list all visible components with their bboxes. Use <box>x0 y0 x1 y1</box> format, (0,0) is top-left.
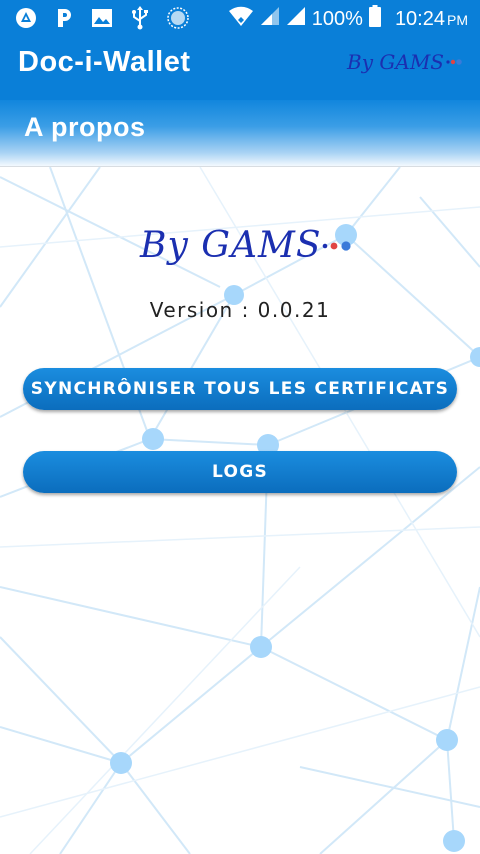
dots-icon <box>322 241 351 251</box>
signal-icon <box>260 6 280 32</box>
section-header: A propos <box>0 100 480 167</box>
clock: 10:24 PM <box>394 7 468 30</box>
page-title: A propos <box>24 112 146 142</box>
image-icon <box>90 6 114 30</box>
battery-icon <box>368 5 381 33</box>
status-system-icons: 100% 10:24 PM <box>228 5 468 33</box>
usb-icon <box>128 6 152 30</box>
version-label: Version : 0.0.21 <box>149 298 331 322</box>
parking-icon <box>52 6 76 30</box>
android-auto-icon <box>14 6 38 30</box>
app-bar: Doc-i-Wallet By GAMS <box>0 36 480 100</box>
signal-icon <box>286 6 306 32</box>
status-bar: 100% 10:24 PM <box>0 0 480 36</box>
brand-logo: By GAMS <box>140 215 360 275</box>
app-title: Doc-i-Wallet <box>18 46 191 78</box>
sync-certificates-button[interactable]: SYNCHRÔNISER TOUS LES CERTIFICATS <box>23 368 457 410</box>
logs-button[interactable]: LOGS <box>23 451 457 493</box>
wifi-icon <box>228 5 254 33</box>
brand-badge: By GAMS <box>347 50 462 74</box>
sync-circle-icon <box>166 6 190 30</box>
battery-percent: 100% <box>311 7 363 30</box>
dots-icon <box>446 59 462 65</box>
status-notification-icons <box>14 6 190 30</box>
